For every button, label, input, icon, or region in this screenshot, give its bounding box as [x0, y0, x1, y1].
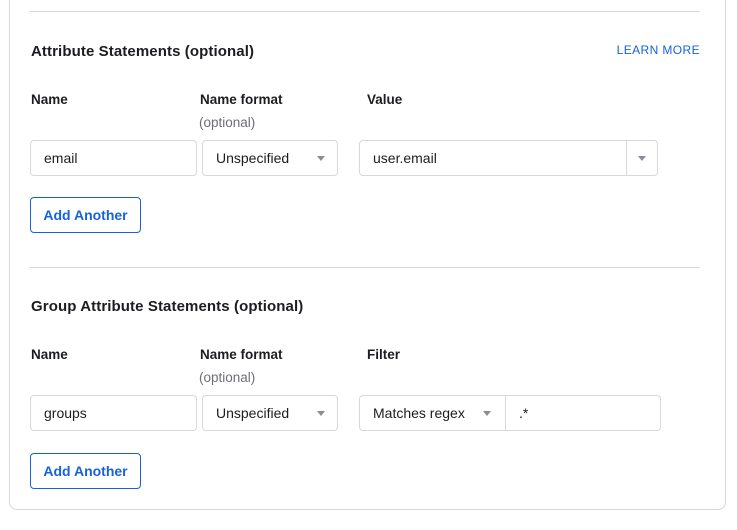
column-header-name: Name	[31, 347, 68, 362]
group-attribute-filter-field: Matches regex	[359, 395, 661, 431]
attribute-value-input[interactable]	[360, 141, 626, 175]
group-attribute-name-field	[30, 395, 197, 431]
column-header-value: Value	[367, 92, 402, 107]
caret-down-icon	[638, 156, 646, 161]
learn-more-link[interactable]: LEARN MORE	[590, 43, 700, 57]
section-divider	[29, 267, 700, 268]
group-filter-type-value: Matches regex	[373, 405, 465, 421]
attribute-statements-title: Attribute Statements (optional)	[31, 42, 254, 62]
column-header-name-format: Name format	[200, 92, 283, 107]
attribute-name-input[interactable]	[31, 141, 196, 175]
attribute-name-format-value: Unspecified	[216, 150, 289, 166]
caret-down-icon	[317, 411, 325, 416]
settings-card	[9, 0, 726, 510]
group-attribute-name-format-select[interactable]: Unspecified	[203, 396, 337, 430]
group-filter-type-select[interactable]: Matches regex	[360, 396, 506, 430]
group-attribute-name-format-value: Unspecified	[216, 405, 289, 421]
column-note-optional: (optional)	[199, 115, 255, 130]
caret-down-icon	[483, 411, 491, 416]
column-header-name-format: Name format	[200, 347, 283, 362]
saml-settings-page: Attribute Statements (optional) LEARN MO…	[0, 0, 737, 530]
group-attribute-name-format-field: Unspecified	[202, 395, 338, 431]
group-attribute-name-input[interactable]	[31, 396, 196, 430]
column-note-optional: (optional)	[199, 370, 255, 385]
attribute-name-field	[30, 140, 197, 176]
attribute-value-field	[359, 140, 658, 176]
group-attribute-statements-title: Group Attribute Statements (optional)	[31, 297, 303, 317]
section-divider	[29, 11, 700, 12]
attribute-value-dropdown-button[interactable]	[626, 141, 657, 175]
attribute-value-input-wrap	[360, 141, 626, 175]
group-filter-value-input-wrap	[506, 396, 660, 430]
add-another-attribute-button[interactable]: Add Another	[30, 197, 141, 233]
group-filter-value-input[interactable]	[506, 396, 660, 430]
column-header-filter: Filter	[367, 347, 400, 362]
column-header-name: Name	[31, 92, 68, 107]
add-another-group-attribute-button[interactable]: Add Another	[30, 453, 141, 489]
caret-down-icon	[317, 156, 325, 161]
attribute-name-format-field: Unspecified	[202, 140, 338, 176]
attribute-name-format-select[interactable]: Unspecified	[203, 141, 337, 175]
